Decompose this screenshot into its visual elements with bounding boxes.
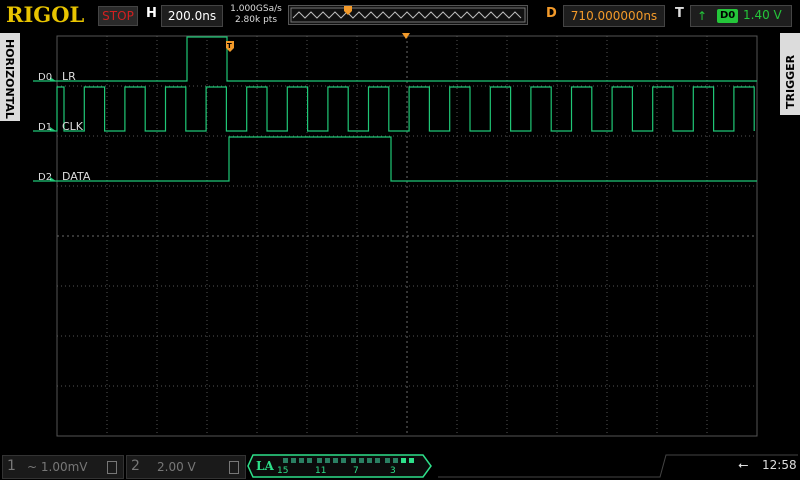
channel-2-scale: 2.00 V: [157, 460, 196, 474]
usb-icon: ⭠: [738, 458, 749, 473]
la-number: 11: [315, 466, 327, 476]
waveform-display[interactable]: T: [0, 0, 800, 480]
la-frame: [247, 454, 432, 478]
channel-2-number: 2: [131, 458, 140, 474]
channel-1-setting[interactable]: 1 ~ 1.00mV: [2, 455, 124, 479]
channel-name-data: DATA: [62, 170, 91, 183]
trace-d2-data: [33, 136, 757, 182]
channel-2-icon: [229, 461, 239, 474]
logic-analyzer-status[interactable]: LA 15 11 7 3: [247, 454, 432, 478]
channel-tag-d1: D1: [38, 122, 53, 133]
la-tag: LA: [256, 459, 274, 473]
channel-tag-d0: D0: [38, 72, 53, 83]
bottom-status-bar: 1 ~ 1.00mV 2 2.00 V LA 15 11 7 3 ⭠ 12:58: [0, 452, 800, 480]
channel-1-scale: ~ 1.00mV: [27, 460, 88, 474]
graticule: [56, 35, 758, 437]
channel-tag-d2: D2: [38, 172, 53, 183]
digital-traces: [33, 36, 757, 182]
svg-text:T: T: [227, 42, 232, 50]
la-number: 15: [277, 466, 289, 476]
la-number: 7: [353, 466, 359, 476]
trace-d1-clk: [33, 86, 755, 132]
channel-name-clk: CLK: [62, 120, 84, 133]
channel-1-number: 1: [7, 458, 16, 474]
channel-2-setting[interactable]: 2 2.00 V: [126, 455, 246, 479]
channel-1-icon: [107, 461, 117, 474]
clock-time: 12:58: [762, 458, 797, 472]
la-number: 3: [390, 466, 396, 476]
channel-name-lr: LR: [62, 70, 76, 83]
trace-d0-lr: [33, 36, 757, 82]
